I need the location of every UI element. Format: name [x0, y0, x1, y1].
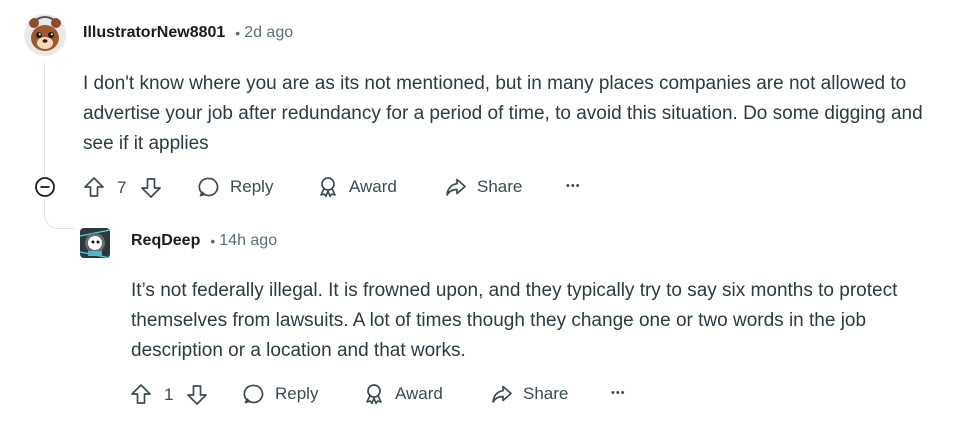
- comment-header: ReqDeep • 14h ago: [131, 232, 277, 250]
- separator-dot: •: [235, 25, 241, 41]
- more-options-button[interactable]: •••: [566, 180, 581, 192]
- timestamp[interactable]: 14h ago: [219, 232, 277, 250]
- separator-dot: •: [210, 233, 216, 249]
- share-arrow-icon: [446, 178, 466, 196]
- award-icon: [366, 384, 382, 405]
- more-options-icon: •••: [611, 387, 626, 399]
- avatar[interactable]: [24, 14, 66, 56]
- comment-bubble-icon: [198, 177, 219, 197]
- snoo-avatar-icon: [24, 14, 66, 56]
- snoo-avatar-icon: [74, 222, 116, 264]
- comment-body: I don't know where you are as its not me…: [83, 73, 923, 154]
- more-options-icon: •••: [566, 180, 581, 192]
- award-label: Award: [349, 177, 397, 196]
- downvote-arrow-icon: [141, 178, 161, 198]
- collapse-minus-icon: [35, 177, 55, 197]
- comment-header: IllustratorNew8801 • 2d ago: [83, 24, 293, 42]
- upvote-button[interactable]: [82, 175, 106, 199]
- award-label: Award: [395, 384, 443, 403]
- comment-bubble-icon: [243, 384, 264, 404]
- vote-count: 1: [164, 385, 174, 404]
- downvote-button[interactable]: [185, 383, 209, 407]
- award-icon: [320, 177, 336, 198]
- avatar[interactable]: [74, 222, 116, 264]
- thread-connector: [44, 198, 75, 229]
- reply-button[interactable]: Reply: [197, 175, 273, 199]
- award-button[interactable]: Award: [316, 175, 397, 199]
- reply-label: Reply: [230, 177, 274, 196]
- collapse-button[interactable]: [34, 176, 56, 198]
- comment-body: It’s not federally illegal. It is frowne…: [131, 280, 898, 361]
- upvote-arrow-icon: [131, 384, 151, 404]
- downvote-button[interactable]: [139, 176, 163, 200]
- more-options-button[interactable]: •••: [611, 387, 626, 399]
- share-arrow-icon: [492, 385, 512, 403]
- timestamp[interactable]: 2d ago: [244, 24, 293, 42]
- vote-count: 7: [117, 178, 127, 197]
- award-button[interactable]: Award: [362, 382, 443, 406]
- downvote-arrow-icon: [187, 385, 207, 405]
- share-label: Share: [523, 384, 569, 403]
- username[interactable]: ReqDeep: [131, 232, 200, 250]
- upvote-button[interactable]: [129, 382, 153, 406]
- upvote-arrow-icon: [84, 177, 104, 197]
- share-label: Share: [477, 177, 523, 196]
- share-button[interactable]: Share: [490, 382, 568, 406]
- thread-line[interactable]: [44, 62, 45, 174]
- username[interactable]: IllustratorNew8801: [83, 24, 225, 42]
- share-button[interactable]: Share: [444, 175, 522, 199]
- reply-label: Reply: [275, 384, 319, 403]
- reply-button[interactable]: Reply: [242, 382, 318, 406]
